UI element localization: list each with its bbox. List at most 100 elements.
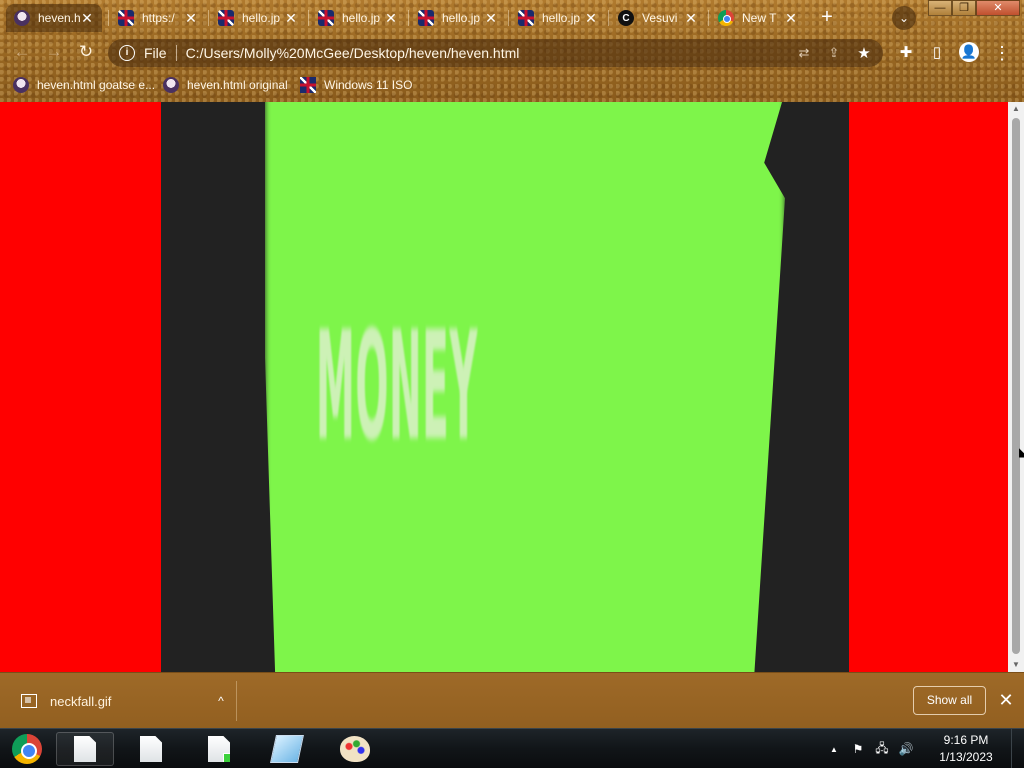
bookmark-item[interactable]: heven.html original [163, 74, 288, 96]
browser-toolbar: ← → ↻ i File C:/Users/Molly%20McGee/Desk… [0, 34, 1024, 70]
tab-title: New T [742, 11, 777, 25]
tab-divider [408, 10, 409, 26]
side-panel-icon[interactable]: ▯ [925, 41, 949, 65]
tab-heven[interactable]: heven.h ✕ [6, 4, 102, 32]
tab-divider [308, 10, 309, 26]
scroll-down-arrow-icon[interactable]: ▼ [1008, 658, 1024, 672]
close-tab-icon[interactable]: ✕ [684, 10, 698, 27]
video-frame[interactable]: MONEY [161, 102, 849, 672]
share-icon[interactable]: ⇪ [823, 45, 845, 61]
action-center-flag-icon[interactable]: ⚑ [849, 742, 867, 756]
restore-button[interactable]: ❐ [952, 0, 976, 16]
taskbar-document-button[interactable] [190, 732, 248, 766]
back-button[interactable]: ← [10, 40, 34, 64]
download-options-chevron-icon[interactable]: ^ [206, 694, 236, 708]
scroll-up-arrow-icon[interactable]: ▲ [1008, 102, 1024, 116]
taskbar-paint-button[interactable] [326, 732, 384, 766]
anime-avatar-icon [14, 10, 30, 26]
reload-button[interactable]: ↻ [74, 40, 98, 64]
clock-date: 1/13/2023 [939, 750, 993, 764]
tab-title: https:/ [142, 11, 175, 25]
new-tab-button[interactable]: + [815, 6, 839, 30]
tab-divider [708, 10, 709, 26]
download-item[interactable]: neckfall.gif ^ [0, 673, 236, 729]
taskbar-notepad-button[interactable] [258, 732, 316, 766]
taskbar-document-button[interactable] [56, 732, 114, 766]
screen: heven.h ✕ https:/ ✕ hello.jp ✕ hello.jp … [0, 0, 1024, 768]
bookmark-item[interactable]: heven.html goatse e... [13, 74, 155, 96]
bookmark-label: heven.html goatse e... [37, 78, 156, 92]
tab-hello-1[interactable]: hello.jp ✕ [210, 4, 306, 32]
close-tab-icon[interactable]: ✕ [784, 10, 798, 27]
tab-title: heven.h [38, 11, 80, 25]
tab-hello-4[interactable]: hello.jp ✕ [510, 4, 606, 32]
taskbar-document-button[interactable] [122, 732, 180, 766]
forward-button[interactable]: → [42, 40, 66, 64]
bookmark-star-icon[interactable]: ★ [853, 44, 875, 62]
start-chrome-button[interactable] [0, 732, 54, 766]
show-desktop-button[interactable] [1011, 729, 1024, 768]
profile-icon[interactable]: 👤 [959, 42, 979, 62]
close-tab-icon[interactable]: ✕ [284, 10, 298, 27]
vertical-scrollbar[interactable]: ▲ ▼ [1008, 102, 1024, 672]
chrome-logo-icon [12, 734, 42, 764]
uk-flag-icon [518, 10, 534, 26]
browser-chrome: heven.h ✕ https:/ ✕ hello.jp ✕ hello.jp … [0, 0, 1024, 102]
document-icon [140, 736, 162, 762]
tab-divider [108, 10, 109, 26]
document-icon [74, 736, 96, 762]
tab-divider [508, 10, 509, 26]
tab-divider [208, 10, 209, 26]
tab-title: hello.jp [542, 11, 581, 25]
site-info-icon[interactable]: i [119, 45, 135, 61]
translate-icon[interactable]: ⇄ [793, 45, 815, 61]
volume-icon[interactable]: 🔊 [897, 742, 915, 756]
tab-title: hello.jp [442, 11, 481, 25]
paint-palette-icon [340, 736, 370, 762]
tab-divider [608, 10, 609, 26]
close-icon[interactable]: ✕ [996, 689, 1016, 711]
url-scheme-label: File [144, 45, 167, 61]
show-hidden-icons-icon[interactable]: ▲ [825, 745, 843, 754]
close-tab-icon[interactable]: ✕ [484, 10, 498, 27]
show-all-button[interactable]: Show all [913, 686, 986, 715]
download-shelf: neckfall.gif ^ Show all ✕ [0, 672, 1024, 729]
tab-strip: heven.h ✕ https:/ ✕ hello.jp ✕ hello.jp … [0, 0, 1024, 34]
taskbar-clock[interactable]: 9:16 PM 1/13/2023 [921, 732, 1011, 766]
close-tab-icon[interactable]: ✕ [584, 10, 598, 27]
close-tab-icon[interactable]: ✕ [384, 10, 398, 27]
page-viewport: MONEY [0, 102, 1008, 672]
omnibox-divider [175, 45, 177, 61]
minimize-button[interactable]: — [928, 0, 952, 16]
tab-title: hello.jp [342, 11, 381, 25]
image-file-icon [21, 694, 37, 708]
url-text[interactable]: C:/Users/Molly%20McGee/Desktop/heven/hev… [186, 45, 793, 61]
bookmark-label: heven.html original [187, 78, 288, 92]
video-caption-text: MONEY [316, 300, 479, 474]
tab-https[interactable]: https:/ ✕ [110, 4, 206, 32]
address-bar[interactable]: i File C:/Users/Molly%20McGee/Desktop/he… [108, 39, 883, 67]
menu-icon[interactable]: ⋮ [990, 41, 1014, 65]
close-tab-icon[interactable]: ✕ [184, 10, 198, 27]
scroll-thumb[interactable] [1012, 118, 1020, 654]
download-divider [236, 681, 237, 721]
network-icon[interactable]: 🖧 [873, 739, 891, 760]
notepad-icon [270, 735, 304, 763]
uk-flag-icon [118, 10, 134, 26]
system-tray: ▲ ⚑ 🖧 🔊 9:16 PM 1/13/2023 [825, 729, 1024, 768]
tab-hello-2[interactable]: hello.jp ✕ [310, 4, 406, 32]
uk-flag-icon [218, 10, 234, 26]
tab-new-tab[interactable]: New T ✕ [710, 4, 806, 32]
bookmark-item[interactable]: Windows 11 ISO [300, 74, 412, 96]
close-window-button[interactable]: ✕ [976, 0, 1020, 16]
tab-vesuvi[interactable]: C Vesuvi ✕ [610, 4, 706, 32]
chrome-logo-icon [718, 10, 734, 26]
close-tab-icon[interactable]: ✕ [80, 10, 94, 27]
resize-cursor-icon: ◣ [1019, 445, 1024, 459]
tab-hello-3[interactable]: hello.jp ✕ [410, 4, 506, 32]
anime-avatar-icon [13, 77, 29, 93]
clock-time: 9:16 PM [943, 733, 989, 747]
tab-title: Vesuvi [642, 11, 678, 25]
tab-search-button[interactable]: ⌄ [892, 6, 916, 30]
extensions-icon[interactable]: ✚ [894, 41, 918, 65]
